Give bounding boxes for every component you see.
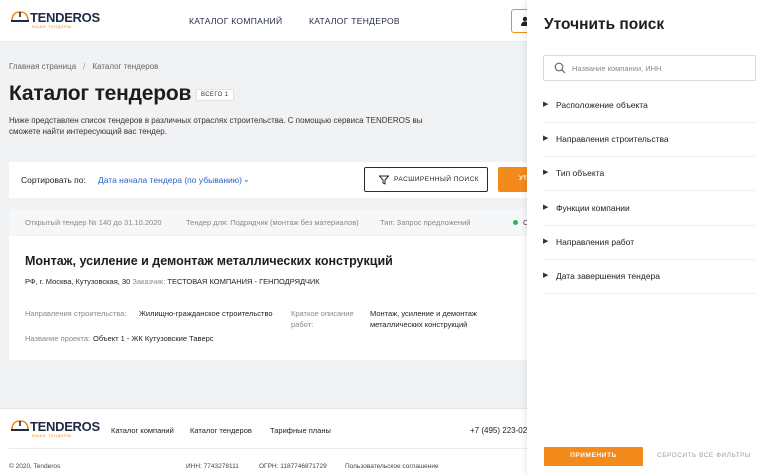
project-value: Объект 1 - ЖК Кутузовские Таверс [93, 334, 214, 343]
tender-title[interactable]: Монтаж, усиление и демонтаж металлически… [25, 254, 393, 268]
site-footer: TENDEROS ВАШИ ТЕНДЕРЫ Каталог компаний К… [0, 408, 540, 475]
breadcrumb-current: Каталог тендеров [92, 62, 159, 71]
footer-logo-text: TENDEROS [30, 419, 100, 434]
filter-label: Направления строительства [556, 134, 669, 144]
logo[interactable]: TENDEROS ВАШИ ТЕНДЕРЫ [9, 8, 100, 34]
directions-value: Жилищно-гражданское строительство [139, 309, 273, 318]
breadcrumb-separator: / [83, 62, 86, 71]
description-label: Краткое описание работ: [291, 309, 354, 329]
logo-text: TENDEROS [30, 10, 100, 25]
nav-tenders-catalog[interactable]: КАТАЛОГ ТЕНДЕРОВ [309, 16, 400, 26]
chevron-right-icon: ▶ [543, 135, 549, 142]
footer-logo[interactable]: TENDEROS ВАШИ ТЕНДЕРЫ [9, 417, 100, 443]
footer-phone[interactable]: +7 (495) 223-02-6 [470, 426, 534, 435]
clarify-button[interactable]: УТ [498, 167, 529, 192]
chevron-right-icon: ▶ [543, 169, 549, 176]
filter-label: Дата завершения тендера [556, 271, 660, 281]
chevron-down-icon[interactable]: ⌄ [243, 175, 250, 184]
page-title: Каталог тендеров [9, 82, 192, 105]
footer-copyright: © 2020, Tenderos [9, 463, 61, 470]
breadcrumb: Главная страница / Каталог тендеров [9, 62, 158, 71]
footer-user-agreement[interactable]: Пользовательское соглашение [345, 463, 439, 470]
chevron-right-icon: ▶ [543, 238, 549, 245]
chevron-right-icon: ▶ [543, 101, 549, 108]
chevron-right-icon: ▶ [543, 204, 549, 211]
footer-link-tariffs[interactable]: Тарифные планы [270, 426, 331, 435]
filter-construction-directions[interactable]: ▶ Направления строительства [543, 123, 756, 157]
footer-inn: ИНН: 7743278111 [186, 463, 239, 470]
tender-card[interactable]: Монтаж, усиление и демонтаж металлически… [9, 236, 529, 360]
customer-name: ТЕСТОВАЯ КОМПАНИЯ - ГЕНПОДРЯДЧИК [167, 277, 320, 286]
company-search-box[interactable] [543, 55, 756, 81]
apply-filters-label: ПРИМЕНИТЬ [570, 452, 617, 459]
search-icon [554, 62, 566, 74]
tender-address: РФ, г. Москва, Кутузовская, 30 [25, 277, 131, 286]
tender-location: РФ, г. Москва, Кутузовская, 30 Заказчик:… [25, 277, 320, 286]
filter-object-type[interactable]: ▶ Тип объекта [543, 157, 756, 191]
filter-label: Тип объекта [556, 168, 605, 178]
filter-work-directions[interactable]: ▶ Направления работ [543, 226, 756, 260]
tender-for: Тендер для: Подрядчик (монтаж без матери… [186, 218, 359, 227]
filter-panel-title: Уточнить поиск [544, 16, 665, 33]
tender-number: Открытый тендер № 140 до 31.10.2020 [25, 218, 162, 227]
nav-companies-catalog[interactable]: КАТАЛОГ КОМПАНИЙ [189, 16, 282, 26]
description-value: Монтаж, усиление и демонтаж металлически… [370, 309, 477, 329]
filter-tender-end-date[interactable]: ▶ Дата завершения тендера [543, 260, 756, 294]
footer-divider [9, 448, 529, 449]
filter-label: Расположение объекта [556, 100, 648, 110]
filter-company-functions[interactable]: ▶ Функции компании [543, 192, 756, 226]
logo-tagline: ВАШИ ТЕНДЕРЫ [32, 24, 72, 29]
sort-label: Сортировать по: [21, 175, 86, 185]
filter-panel: Уточнить поиск ▶ Расположение объекта ▶ … [527, 0, 765, 475]
sort-dropdown[interactable]: Дата начала тендера (по убыванию) [98, 175, 242, 185]
advanced-search-button[interactable]: РАСШИРЕННЫЙ ПОИСК [364, 167, 488, 192]
reset-filters-button[interactable]: СБРОСИТЬ ВСЕ ФИЛЬТРЫ [657, 452, 751, 459]
tender-type: Тип: Запрос предложений [380, 218, 471, 227]
status-dot-icon [513, 220, 518, 225]
helmet-logo-icon [11, 420, 29, 431]
total-count-badge: ВСЕГО 1 [196, 89, 234, 101]
chevron-right-icon: ▶ [543, 272, 549, 279]
footer-ogrn: ОГРН: 1187746871729 [259, 463, 327, 470]
footer-logo-tagline: ВАШИ ТЕНДЕРЫ [32, 433, 72, 438]
tender-meta-row: Открытый тендер № 140 до 31.10.2020 Тенд… [9, 209, 529, 235]
sort-bar: Сортировать по: Дата начала тендера (по … [9, 162, 529, 198]
apply-filters-button[interactable]: ПРИМЕНИТЬ [544, 447, 643, 466]
filter-label: Функции компании [556, 203, 630, 213]
filter-label: Направления работ [556, 237, 635, 247]
clarify-button-label: УТ [519, 175, 528, 182]
helmet-logo-icon [11, 11, 29, 22]
footer-link-tenders[interactable]: Каталог тендеров [190, 426, 252, 435]
customer-label: Заказчик: [132, 277, 166, 286]
company-search-input[interactable] [572, 60, 750, 77]
breadcrumb-home[interactable]: Главная страница [9, 62, 76, 71]
filter-icon [379, 175, 389, 185]
directions-label: Направления строительства: [25, 309, 127, 318]
intro-text: Ниже представлен список тендеров в разли… [9, 116, 423, 136]
project-label: Название проекта: [25, 334, 91, 343]
advanced-search-label: РАСШИРЕННЫЙ ПОИСК [394, 176, 480, 183]
footer-link-companies[interactable]: Каталог компаний [111, 426, 174, 435]
filter-object-location[interactable]: ▶ Расположение объекта [543, 89, 756, 123]
